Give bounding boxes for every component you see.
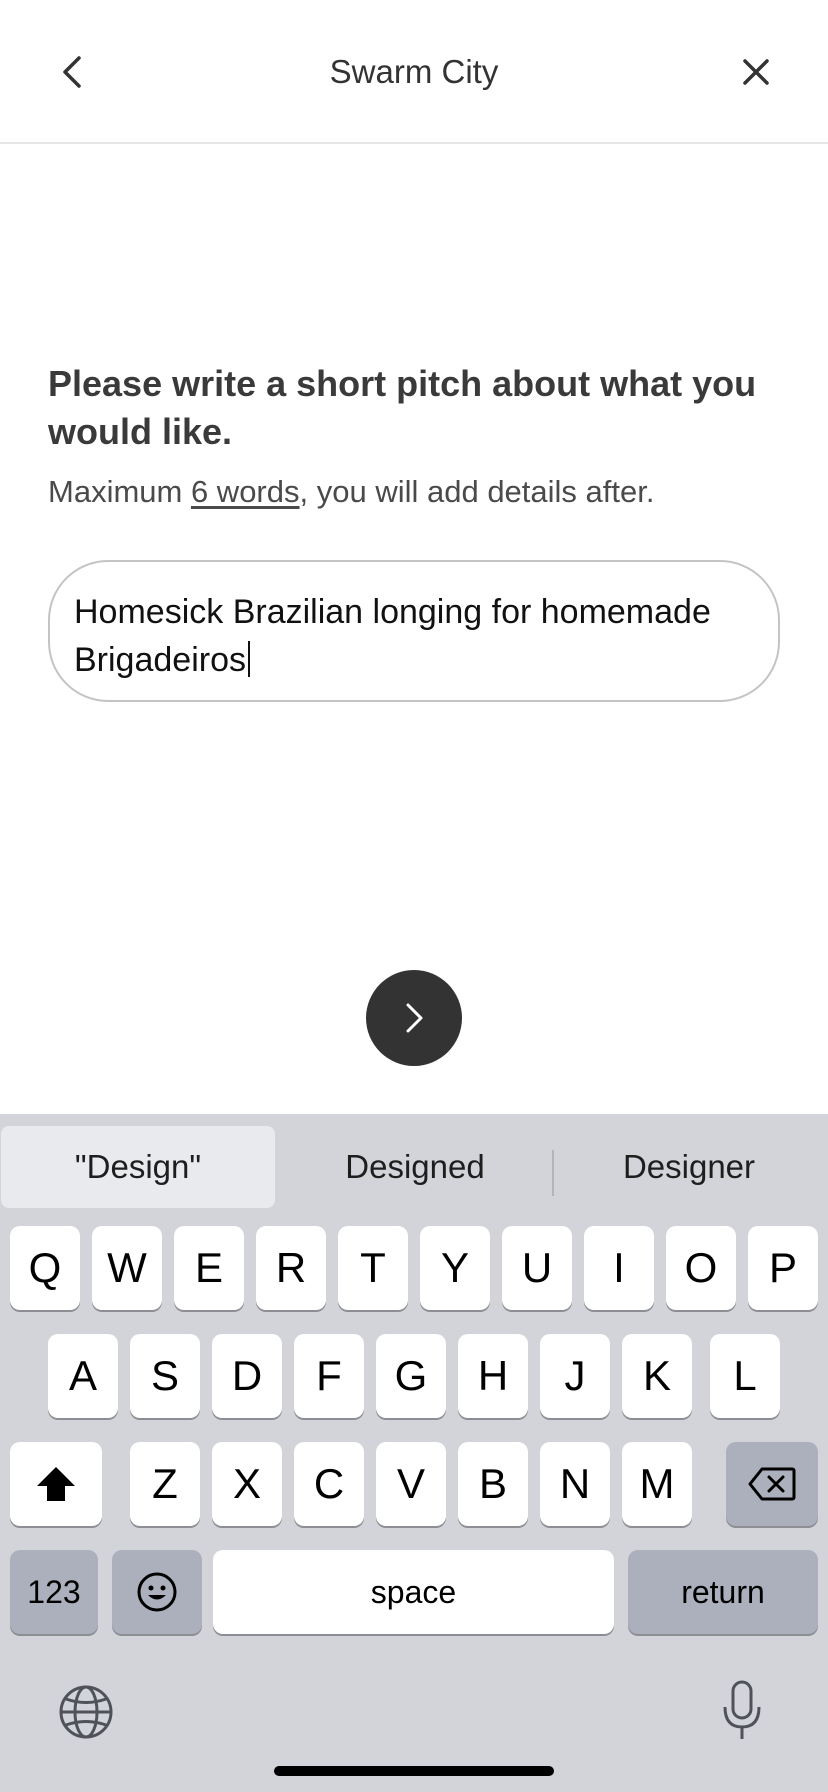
hint-prefix: Maximum: [48, 474, 191, 509]
key-f[interactable]: F: [294, 1334, 364, 1418]
suggestion-1[interactable]: "Design": [1, 1126, 275, 1208]
emoji-icon: [137, 1572, 177, 1612]
hint-suffix: , you will add details after.: [299, 474, 655, 509]
next-button[interactable]: [366, 970, 462, 1066]
page-title: Swarm City: [329, 53, 499, 90]
globe-button[interactable]: [54, 1680, 118, 1744]
key-w[interactable]: W: [92, 1226, 162, 1310]
pitch-input-value: Homesick Brazilian longing for homemade …: [74, 593, 711, 679]
key-d[interactable]: D: [212, 1334, 282, 1418]
pitch-heading: Please write a short pitch about what yo…: [48, 363, 757, 452]
pitch-input[interactable]: Homesick Brazilian longing for homemade …: [48, 560, 780, 702]
shift-icon: [37, 1467, 75, 1501]
key-t[interactable]: T: [338, 1226, 408, 1310]
key-a[interactable]: A: [48, 1334, 118, 1418]
key-v[interactable]: V: [376, 1442, 446, 1526]
key-g[interactable]: G: [376, 1334, 446, 1418]
key-q[interactable]: Q: [10, 1226, 80, 1310]
return-key[interactable]: return: [628, 1550, 818, 1634]
chevron-right-icon: [406, 1003, 423, 1033]
text-cursor: [247, 641, 250, 677]
key-k[interactable]: K: [622, 1334, 692, 1418]
key-z[interactable]: Z: [130, 1442, 200, 1526]
suggestion-3[interactable]: Designer: [552, 1126, 826, 1208]
emoji-key[interactable]: [112, 1550, 202, 1634]
dictation-button[interactable]: [712, 1676, 772, 1746]
delete-key[interactable]: [726, 1442, 818, 1526]
globe-icon: [59, 1685, 113, 1739]
key-x[interactable]: X: [212, 1442, 282, 1526]
key-r[interactable]: R: [256, 1226, 326, 1310]
close-button[interactable]: [726, 42, 786, 102]
space-key[interactable]: space: [213, 1550, 614, 1634]
key-p[interactable]: P: [748, 1226, 818, 1310]
key-s[interactable]: S: [130, 1334, 200, 1418]
suggestion-2[interactable]: Designed: [278, 1126, 552, 1208]
key-m[interactable]: M: [622, 1442, 692, 1526]
key-e[interactable]: E: [174, 1226, 244, 1310]
key-y[interactable]: Y: [420, 1226, 490, 1310]
top-bar: Swarm City: [0, 0, 828, 144]
shift-key[interactable]: [10, 1442, 102, 1526]
key-o[interactable]: O: [666, 1226, 736, 1310]
key-n[interactable]: N: [540, 1442, 610, 1526]
backspace-icon: [748, 1467, 796, 1501]
key-h[interactable]: H: [458, 1334, 528, 1418]
key-c[interactable]: C: [294, 1442, 364, 1526]
keyboard: "Design" Designed Designer Q W E R T Y U…: [0, 1114, 828, 1792]
key-b[interactable]: B: [458, 1442, 528, 1526]
pitch-hint: Maximum 6 words, you will add details af…: [48, 470, 788, 514]
key-u[interactable]: U: [502, 1226, 572, 1310]
close-icon: [743, 59, 769, 85]
numbers-key[interactable]: 123: [10, 1550, 98, 1634]
microphone-icon: [723, 1680, 761, 1739]
home-indicator[interactable]: [274, 1766, 554, 1776]
key-i[interactable]: I: [584, 1226, 654, 1310]
key-l[interactable]: L: [710, 1334, 780, 1418]
key-j[interactable]: J: [540, 1334, 610, 1418]
word-limit-link[interactable]: 6 words: [191, 474, 300, 509]
